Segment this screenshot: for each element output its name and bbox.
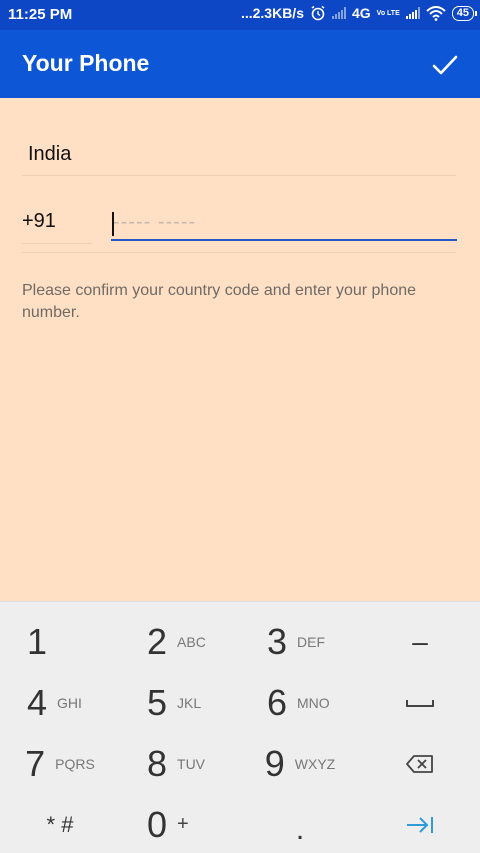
key-2[interactable]: 2 ABC bbox=[120, 611, 240, 672]
key-letters: WXYZ bbox=[294, 755, 336, 772]
page-title: Your Phone bbox=[22, 50, 150, 76]
key-9[interactable]: 9 WXYZ bbox=[240, 733, 360, 794]
backspace-icon bbox=[406, 754, 433, 773]
key-dot[interactable]: . bbox=[240, 794, 360, 853]
key-next[interactable] bbox=[360, 794, 480, 853]
country-selector[interactable]: India bbox=[28, 143, 71, 166]
key-8[interactable]: 8 TUV bbox=[120, 733, 240, 794]
key-letters: GHI bbox=[57, 694, 82, 711]
key-letters: + bbox=[177, 813, 189, 835]
key-digit: 9 bbox=[264, 742, 285, 784]
divider bbox=[22, 175, 456, 176]
key-letters: MNO bbox=[297, 694, 330, 711]
signal-2-icon bbox=[405, 7, 420, 19]
status-time: 11:25 PM bbox=[8, 6, 73, 23]
battery-icon: 45 bbox=[451, 5, 478, 21]
key-letters: ABC bbox=[177, 633, 206, 650]
key-letters: DEF bbox=[297, 633, 326, 650]
key-6[interactable]: 6 MNO bbox=[240, 672, 360, 733]
dot-symbol: . bbox=[295, 812, 305, 846]
key-digit: 8 bbox=[146, 742, 168, 784]
key-5[interactable]: 5 JKL bbox=[120, 672, 240, 733]
key-digit: 4 bbox=[26, 681, 48, 723]
volte-indicator: Vo LTE bbox=[376, 9, 400, 17]
key-digit: 1 bbox=[26, 620, 48, 662]
next-arrow-icon bbox=[407, 816, 433, 833]
key-1[interactable]: 1 bbox=[0, 611, 120, 672]
key-minus[interactable]: – bbox=[360, 611, 480, 672]
numeric-keypad: 1 2 ABC 3 DEF – 4 GHI 5 JKL 6 MNO 7 PQRS 8 TUV … bbox=[0, 601, 480, 853]
space-icon bbox=[406, 699, 434, 707]
status-bar: 11:25 PM ...2.3KB/s 4G Vo LTE 45 bbox=[0, 0, 480, 30]
key-letters: JKL bbox=[177, 694, 202, 711]
key-digit: 3 bbox=[266, 620, 288, 662]
key-4[interactable]: 4 GHI bbox=[0, 672, 120, 733]
divider bbox=[22, 252, 456, 253]
star-hash-symbol: * # bbox=[46, 811, 74, 837]
key-digit: 6 bbox=[266, 681, 288, 723]
app-bar: Your Phone bbox=[0, 30, 480, 98]
key-star-hash[interactable]: * # bbox=[0, 794, 120, 853]
hint-text: Please confirm your country code and ent… bbox=[22, 282, 417, 321]
key-digit: 0 bbox=[146, 803, 168, 845]
key-letters: PQRS bbox=[55, 755, 95, 772]
country-code-field[interactable]: +91 bbox=[22, 210, 56, 233]
key-7[interactable]: 7 PQRS bbox=[0, 733, 120, 794]
network-speed: ...2.3KB/s bbox=[240, 5, 304, 21]
network-type: 4G bbox=[351, 5, 371, 21]
phone-number-input[interactable] bbox=[111, 205, 457, 241]
check-icon[interactable] bbox=[430, 50, 460, 80]
key-0[interactable]: 0 + bbox=[120, 794, 240, 853]
signal-1-icon bbox=[331, 7, 346, 19]
key-letters: TUV bbox=[177, 755, 206, 772]
key-backspace[interactable] bbox=[360, 733, 480, 794]
alarm-icon bbox=[311, 5, 325, 21]
wifi-icon bbox=[426, 5, 446, 21]
key-digit: 2 bbox=[146, 620, 168, 662]
minus-symbol: – bbox=[412, 625, 428, 657]
key-3[interactable]: 3 DEF bbox=[240, 611, 360, 672]
key-digit: 7 bbox=[25, 742, 46, 784]
text-cursor bbox=[112, 212, 114, 236]
key-space[interactable] bbox=[360, 672, 480, 733]
divider bbox=[22, 243, 92, 244]
status-icons: ...2.3KB/s 4G Vo LTE 45 bbox=[240, 5, 478, 21]
key-digit: 5 bbox=[146, 681, 168, 723]
